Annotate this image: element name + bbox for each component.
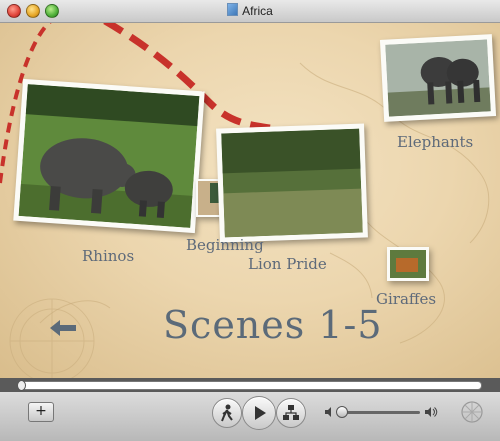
play-icon (255, 406, 266, 420)
scene-thumb-lion-pride[interactable] (216, 123, 368, 243)
elephants-image (385, 39, 491, 117)
playhead[interactable] (17, 380, 26, 391)
back-arrow-icon[interactable] (48, 318, 78, 338)
scene-thumb-elephants[interactable] (379, 34, 497, 122)
document-icon (227, 3, 239, 16)
volume-high-icon (425, 407, 438, 417)
scene-thumb-giraffes[interactable] (387, 247, 429, 281)
scene-label-beginning[interactable]: Beginning (186, 236, 264, 254)
scene-label-giraffes[interactable]: Giraffes (376, 290, 436, 308)
scene-label-elephants[interactable]: Elephants (397, 133, 473, 151)
volume-low-icon (325, 407, 331, 417)
menu-title: Scenes 1-5 (163, 303, 383, 347)
title-bar: Africa (0, 0, 500, 23)
player-window: Africa Rhinos Beginning Lion Pride Eleph… (0, 0, 500, 441)
timeline-scrubber[interactable] (0, 378, 500, 392)
chapter-walk-icon (221, 404, 233, 422)
control-bar: + (0, 392, 500, 441)
rhinos-image (18, 84, 200, 228)
loading-spinner-icon (461, 401, 483, 423)
scene-thumb-rhinos[interactable] (13, 78, 205, 234)
add-button[interactable]: + (28, 402, 54, 422)
giraffes-image (390, 250, 426, 278)
play-button[interactable] (242, 396, 276, 430)
chapters-menu-button[interactable] (276, 398, 306, 428)
lion-pride-image (221, 128, 363, 238)
timeline-track[interactable] (17, 381, 482, 390)
scene-label-rhinos[interactable]: Rhinos (82, 247, 134, 265)
window-title: Africa (0, 3, 500, 18)
volume-slider-knob[interactable] (336, 406, 348, 418)
volume-track[interactable] (340, 411, 420, 414)
scene-label-lion-pride[interactable]: Lion Pride (248, 255, 327, 273)
chapters-menu-icon (283, 405, 299, 420)
chapter-walk-button[interactable] (212, 398, 242, 428)
dvd-menu-stage: Rhinos Beginning Lion Pride Elephants Gi… (0, 23, 500, 378)
